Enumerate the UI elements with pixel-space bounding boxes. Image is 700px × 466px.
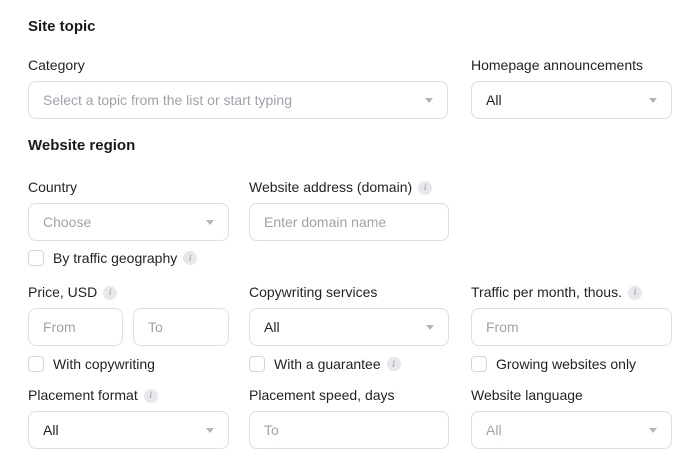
info-icon[interactable]: i (183, 251, 198, 265)
homepage-announcements-field: Homepage announcements All (471, 58, 672, 119)
chevron-down-icon (649, 427, 657, 433)
with-copywriting-checkbox[interactable]: With copywriting (28, 356, 229, 372)
info-icon[interactable]: i (386, 357, 401, 371)
placement-format-label: Placement format (28, 387, 138, 403)
copywriting-services-label: Copywriting services (249, 284, 378, 300)
placement-format-select[interactable]: All (28, 411, 229, 449)
info-icon[interactable]: i (418, 180, 433, 195)
website-language-select[interactable]: All (471, 411, 672, 449)
country-select-placeholder: Choose (43, 214, 92, 230)
checkbox-box[interactable] (28, 356, 44, 372)
traffic-per-month-label: Traffic per month, thous. (471, 284, 622, 300)
placement-format-value: All (43, 422, 59, 438)
country-select[interactable]: Choose (28, 203, 229, 241)
website-address-label: Website address (domain) (249, 179, 413, 195)
website-address-field: Website address (domain) i (249, 180, 449, 241)
info-icon[interactable]: i (627, 285, 642, 300)
category-label: Category (28, 57, 85, 73)
growing-websites-only-checkbox[interactable]: Growing websites only (471, 356, 672, 372)
placement-format-field: Placement format i All (28, 388, 229, 449)
website-language-label: Website language (471, 387, 583, 403)
info-icon[interactable]: i (103, 285, 118, 300)
info-icon[interactable]: i (143, 388, 158, 403)
copywriting-services-select[interactable]: All (249, 308, 449, 346)
checkbox-box[interactable] (471, 356, 487, 372)
copywriting-services-value: All (264, 319, 280, 335)
growing-websites-only-label: Growing websites only (496, 356, 637, 372)
website-address-input[interactable] (249, 203, 449, 241)
with-a-guarantee-label: With a guarantee (274, 356, 381, 372)
by-traffic-geography-label: By traffic geography (53, 250, 178, 266)
homepage-announcements-value: All (486, 92, 502, 108)
price-field: Price, USD i (28, 285, 229, 346)
placement-speed-field: Placement speed, days (249, 388, 449, 449)
with-copywriting-label: With copywriting (53, 356, 155, 372)
homepage-announcements-select[interactable]: All (471, 81, 672, 119)
category-field: Category Select a topic from the list or… (28, 58, 448, 119)
traffic-from-input[interactable] (471, 308, 672, 346)
country-field: Country Choose (28, 180, 229, 241)
price-label: Price, USD (28, 284, 98, 300)
with-a-guarantee-checkbox[interactable]: With a guarantee i (249, 356, 449, 372)
checkbox-box[interactable] (249, 356, 265, 372)
placement-speed-label: Placement speed, days (249, 387, 395, 403)
placement-speed-input[interactable] (249, 411, 449, 449)
traffic-per-month-field: Traffic per month, thous. i (471, 285, 672, 346)
website-language-field: Website language All (471, 388, 672, 449)
chevron-down-icon (425, 97, 433, 103)
country-label: Country (28, 179, 78, 195)
category-select-placeholder: Select a topic from the list or start ty… (43, 92, 292, 108)
by-traffic-geography-checkbox[interactable]: By traffic geography i (28, 250, 198, 266)
price-to-input[interactable] (133, 308, 229, 346)
website-language-value: All (486, 422, 502, 438)
site-topic-heading: Site topic (28, 18, 96, 35)
filters-panel: Site topic Category Select a topic from … (0, 0, 700, 449)
category-select[interactable]: Select a topic from the list or start ty… (28, 81, 448, 119)
website-region-heading: Website region (28, 137, 136, 154)
checkbox-box[interactable] (28, 250, 44, 266)
price-from-input[interactable] (28, 308, 123, 346)
copywriting-services-field: Copywriting services All (249, 285, 449, 346)
chevron-down-icon (206, 219, 214, 225)
chevron-down-icon (426, 324, 434, 330)
chevron-down-icon (649, 97, 657, 103)
homepage-announcements-label: Homepage announcements (471, 57, 644, 73)
chevron-down-icon (206, 427, 214, 433)
